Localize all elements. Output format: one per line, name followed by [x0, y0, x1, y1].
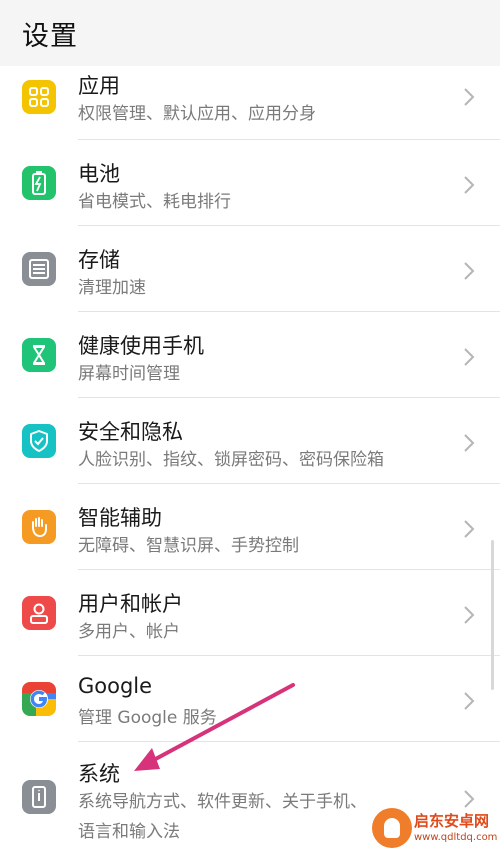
settings-item-google[interactable]: Google 管理 Google 服务 — [0, 656, 500, 742]
settings-item-title: Google — [78, 674, 153, 698]
settings-item-title: 智能辅助 — [78, 506, 162, 530]
watermark-name: 启东安卓网 — [414, 812, 490, 830]
settings-item-subtitle: 人脸识别、指纹、锁屏密码、密码保险箱 — [78, 450, 384, 470]
watermark-logo-icon — [372, 808, 412, 848]
settings-item-subtitle: 系统导航方式、软件更新、关于手机、 — [78, 792, 367, 812]
watermark: 启东安卓网 www.qdltdq.com — [372, 808, 500, 852]
hourglass-icon — [22, 338, 56, 372]
chevron-right-icon — [462, 518, 476, 540]
settings-item-subtitle-line2: 语言和输入法 — [78, 822, 180, 842]
settings-item-subtitle: 清理加速 — [78, 278, 146, 298]
settings-list: 应用 权限管理、默认应用、应用分身 电池 省电模式、耗电排行 存储 清理加速 健… — [0, 66, 500, 855]
scrollbar[interactable] — [491, 540, 494, 690]
page-title: 设置 — [22, 21, 78, 52]
google-icon — [22, 682, 56, 716]
settings-item-security[interactable]: 安全和隐私 人脸识别、指纹、锁屏密码、密码保险箱 — [0, 398, 500, 484]
settings-item-battery[interactable]: 电池 省电模式、耗电排行 — [0, 140, 500, 226]
settings-item-subtitle: 权限管理、默认应用、应用分身 — [78, 104, 316, 124]
settings-item-title: 电池 — [78, 162, 120, 186]
shield-check-icon — [22, 424, 56, 458]
apps-grid-icon — [22, 80, 56, 114]
settings-item-title: 安全和隐私 — [78, 420, 183, 444]
settings-item-apps[interactable]: 应用 权限管理、默认应用、应用分身 — [0, 66, 500, 140]
storage-icon — [22, 252, 56, 286]
settings-item-subtitle: 多用户、帐户 — [78, 622, 180, 642]
chevron-right-icon — [462, 432, 476, 454]
settings-item-subtitle: 省电模式、耗电排行 — [78, 192, 231, 212]
chevron-right-icon — [462, 260, 476, 282]
system-phone-icon — [22, 780, 56, 814]
battery-icon — [22, 166, 56, 200]
chevron-right-icon — [462, 690, 476, 712]
settings-item-subtitle: 管理 Google 服务 — [78, 708, 217, 728]
user-icon — [22, 596, 56, 630]
settings-item-subtitle: 屏幕时间管理 — [78, 364, 180, 384]
chevron-right-icon — [462, 788, 476, 810]
settings-item-title: 用户和帐户 — [78, 592, 183, 616]
chevron-right-icon — [462, 86, 476, 108]
settings-item-digital-balance[interactable]: 健康使用手机 屏幕时间管理 — [0, 312, 500, 398]
settings-item-title: 存储 — [78, 248, 120, 272]
chevron-right-icon — [462, 604, 476, 626]
hand-icon — [22, 510, 56, 544]
app-header: 设置 — [0, 0, 500, 66]
watermark-url: www.qdltdq.com — [414, 832, 498, 843]
settings-item-storage[interactable]: 存储 清理加速 — [0, 226, 500, 312]
chevron-right-icon — [462, 346, 476, 368]
chevron-right-icon — [462, 174, 476, 196]
settings-item-subtitle: 无障碍、智慧识屏、手势控制 — [78, 536, 299, 556]
settings-item-smart-assistance[interactable]: 智能辅助 无障碍、智慧识屏、手势控制 — [0, 484, 500, 570]
settings-item-title: 系统 — [78, 762, 120, 786]
settings-item-title: 应用 — [78, 74, 120, 98]
settings-item-users-accounts[interactable]: 用户和帐户 多用户、帐户 — [0, 570, 500, 656]
settings-item-title: 健康使用手机 — [78, 334, 204, 358]
